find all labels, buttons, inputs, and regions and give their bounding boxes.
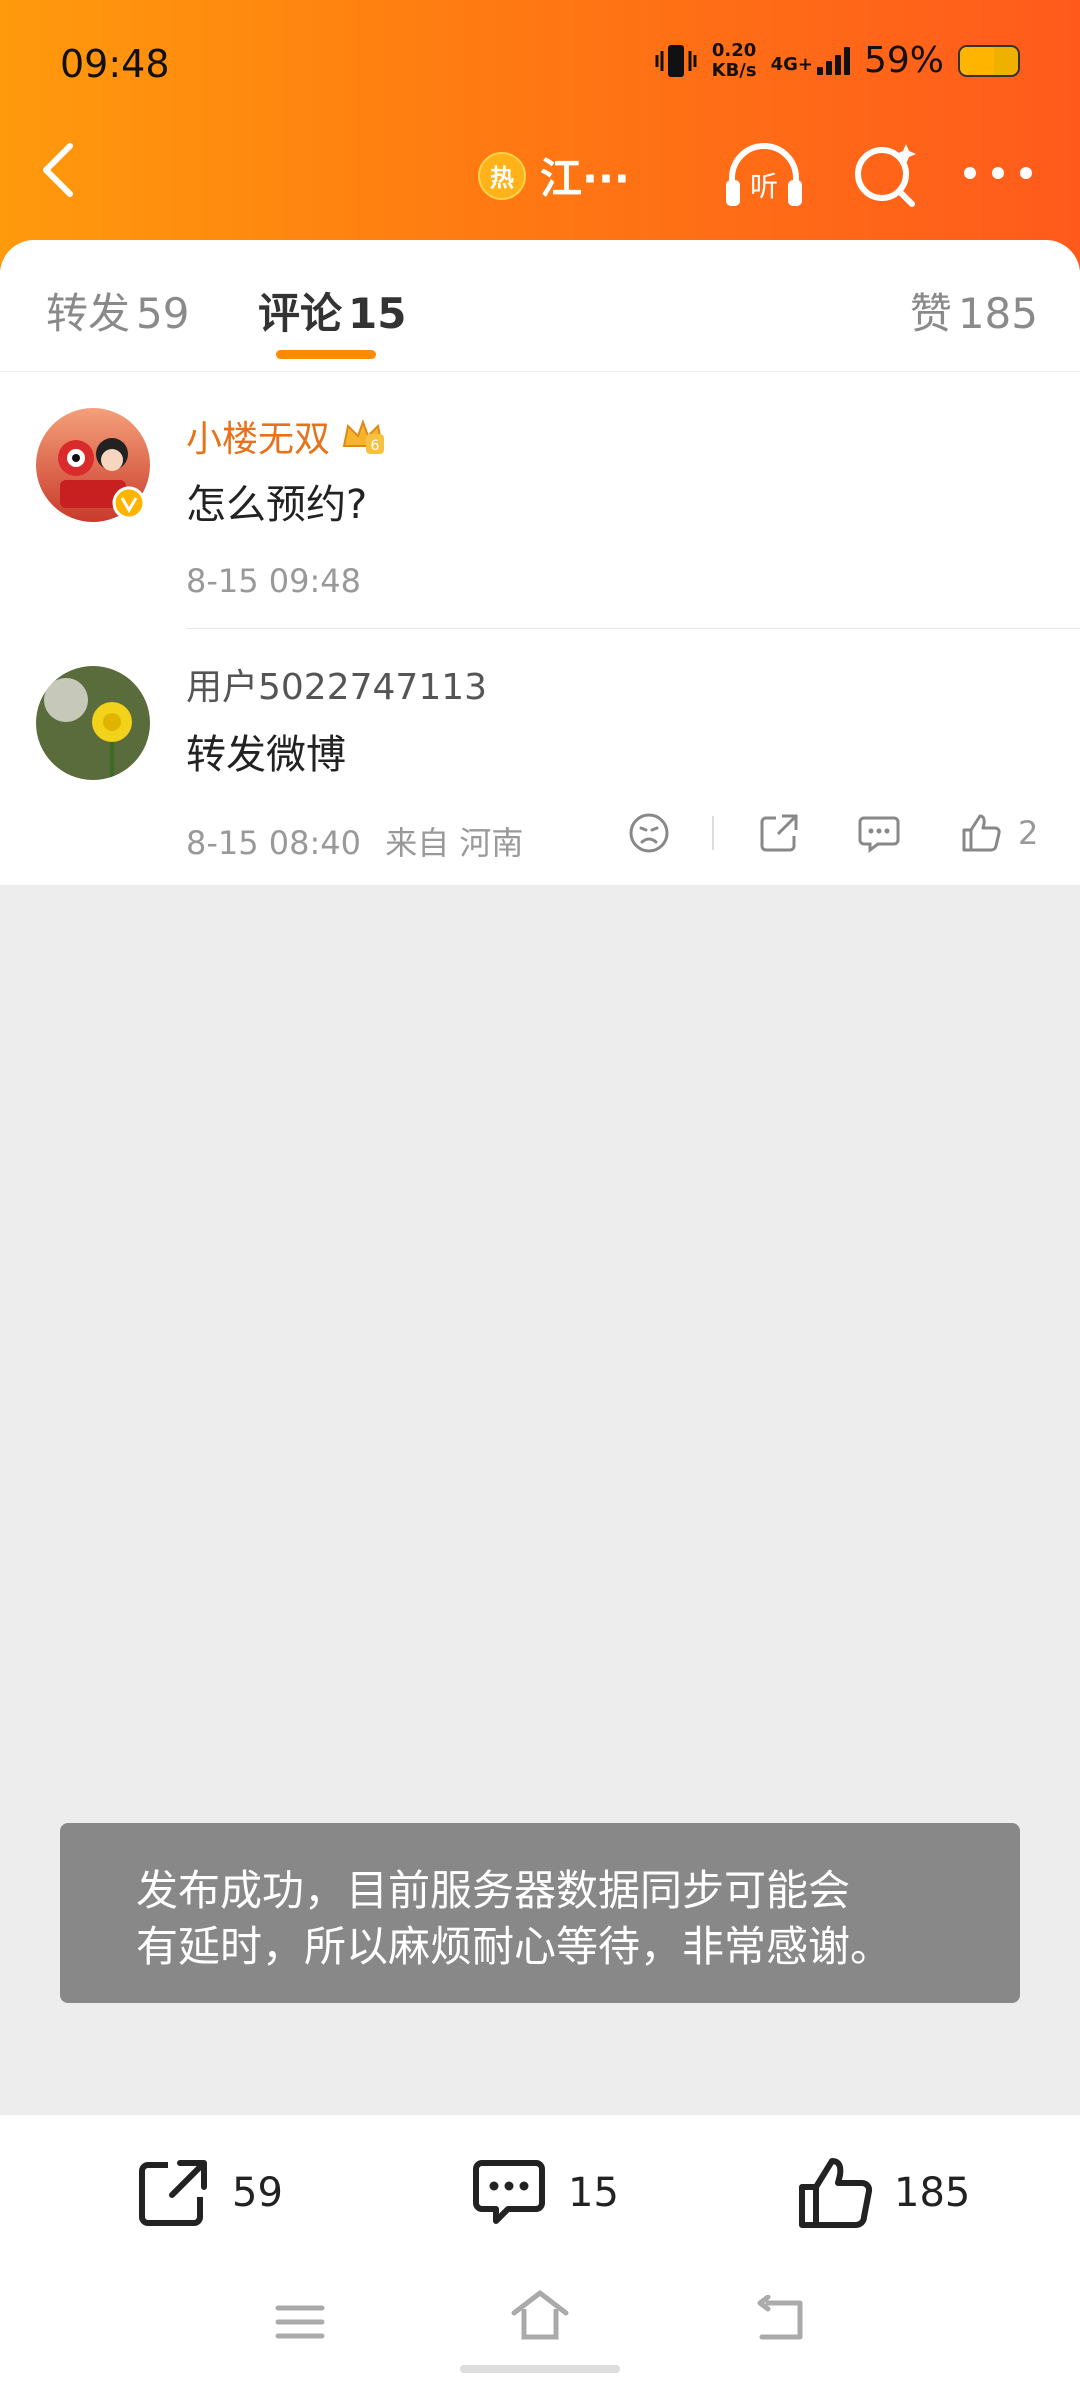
svg-text:听: 听 — [750, 170, 778, 203]
hot-badge: 热 — [478, 151, 526, 200]
gesture-bar — [460, 2365, 620, 2373]
comment-text: 怎么预约? — [186, 482, 368, 528]
tab-reposts[interactable]: 转发 59 — [46, 280, 189, 341]
repost-button[interactable]: 59 — [134, 2155, 283, 2231]
tab-comments[interactable]: 评论 15 — [258, 280, 406, 341]
avatar-image — [36, 666, 150, 780]
topic-title[interactable]: 热 江··· — [478, 145, 630, 206]
reply-icon[interactable] — [856, 810, 902, 856]
tab-bar: 转发 59 评论 15 赞 185 — [0, 240, 1080, 372]
comment-text: 转发微博 — [186, 732, 346, 778]
comment-like-count: 2 — [1018, 814, 1039, 852]
verified-badge-icon — [112, 486, 146, 520]
comment-location: 来自 河南 — [385, 824, 524, 862]
back-icon[interactable] — [38, 140, 78, 200]
home-icon[interactable] — [508, 2285, 572, 2345]
comment-item: 用户5022747113 转发微博 8-15 08:40 来自 河南 2 — [0, 630, 1080, 885]
comment-item: 小楼无双 6 怎么预约? 8-15 09:48 — [0, 372, 1080, 630]
toast-message: 发布成功，目前服务器数据同步可能会 有延时，所以麻烦耐心等待，非常感谢。 — [60, 1823, 1020, 2003]
battery-icon — [958, 44, 1020, 77]
network-type: 4G+ — [770, 53, 813, 75]
menu-icon[interactable] — [274, 2300, 326, 2344]
comment-author[interactable]: 用户5022747113 — [186, 658, 487, 710]
share-icon[interactable] — [756, 810, 802, 856]
comment-button[interactable]: 15 — [470, 2155, 619, 2231]
crown-level-icon: 6 — [342, 419, 385, 454]
avatar[interactable] — [36, 666, 150, 780]
search-icon[interactable] — [846, 140, 926, 210]
header: 09:48 0.20 KB/s 4G+ 59% 热 江··· 听 — [0, 0, 1080, 270]
signal-bars-icon — [816, 46, 850, 75]
content-card: 转发 59 评论 15 赞 185 小楼无双 6 怎么预约? 8-15 09:4… — [0, 240, 1080, 885]
comment-time: 8-15 09:48 — [186, 562, 362, 600]
comment-time: 8-15 08:40 — [186, 824, 362, 862]
topic-title-text: 江··· — [540, 154, 630, 203]
vibrate-icon — [655, 44, 697, 77]
like-icon — [799, 2158, 873, 2228]
comment-meta: 8-15 08:40 来自 河南 — [186, 818, 523, 864]
network-speed: 0.20 KB/s — [711, 39, 757, 81]
tab-likes[interactable]: 赞 185 — [910, 280, 1038, 341]
like-button[interactable]: 185 — [796, 2155, 970, 2231]
repost-count: 59 — [232, 2170, 283, 2216]
svg-text:6: 6 — [371, 438, 380, 454]
dislike-face-icon[interactable] — [626, 810, 672, 856]
listen-button[interactable]: 听 — [722, 140, 802, 210]
status-time: 09:48 — [60, 42, 170, 86]
comment-divider — [186, 628, 1080, 629]
comment-icon — [473, 2160, 545, 2224]
active-tab-indicator — [276, 350, 376, 359]
cellular-signal: 4G+ — [770, 46, 850, 75]
headphones-icon: 听 — [726, 143, 802, 206]
bottom-action-bar: 59 15 185 — [0, 2115, 1080, 2400]
like-count: 185 — [894, 2170, 971, 2216]
comment-author[interactable]: 小楼无双 6 — [186, 410, 386, 462]
comment-like-button[interactable]: 2 — [958, 810, 1038, 856]
back-nav-icon[interactable] — [754, 2295, 808, 2345]
more-icon[interactable] — [960, 140, 1040, 210]
action-separator — [712, 816, 714, 850]
battery-percent: 59% — [863, 40, 944, 81]
status-bar-right: 0.20 KB/s 4G+ 59% — [654, 40, 1020, 81]
repost-icon — [139, 2160, 207, 2226]
thumbs-up-icon — [962, 814, 1001, 852]
comment-count: 15 — [568, 2170, 619, 2216]
